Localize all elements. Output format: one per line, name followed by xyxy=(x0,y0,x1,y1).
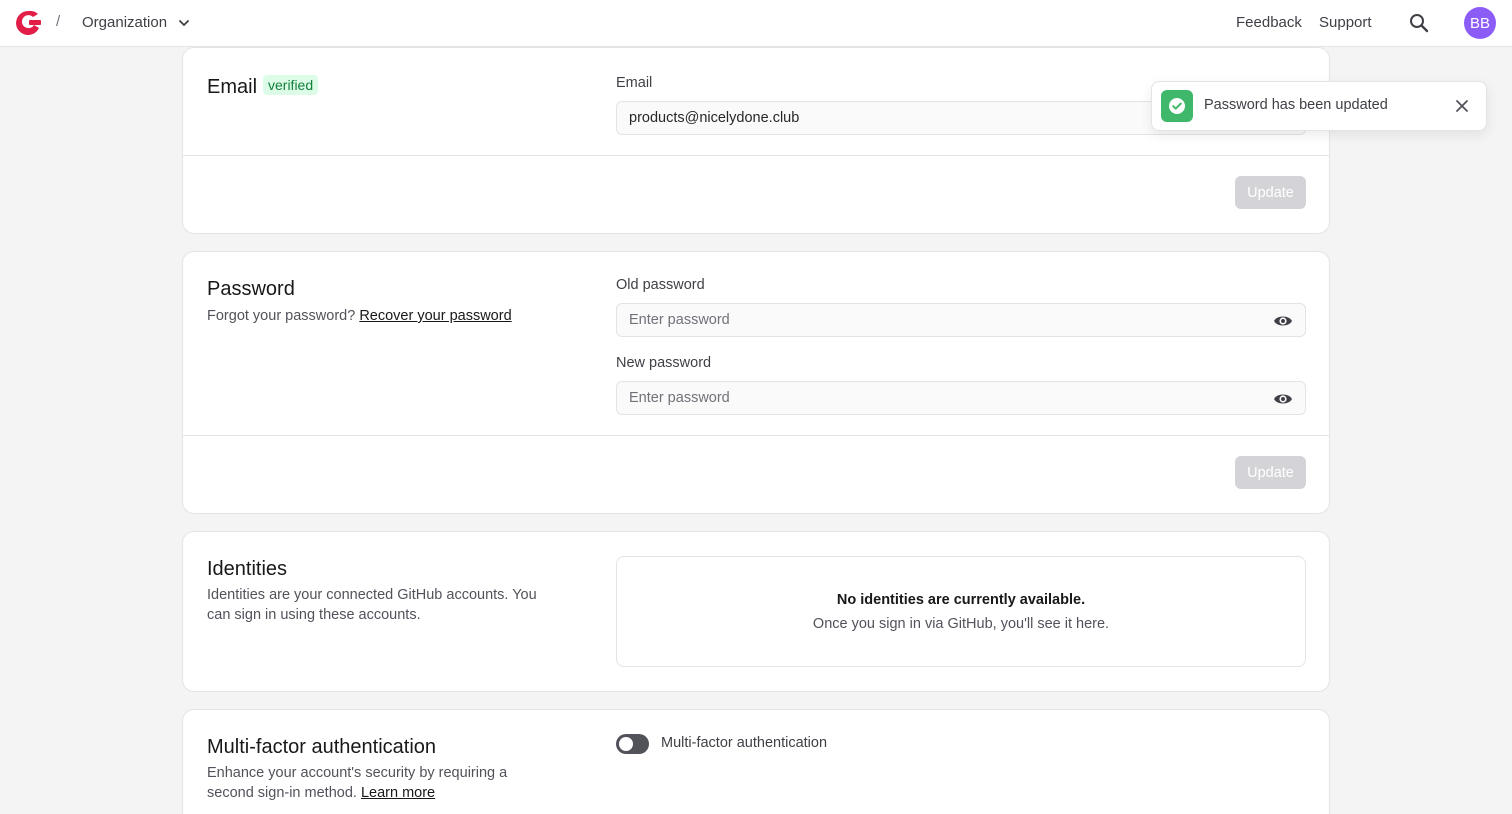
email-field-label: Email xyxy=(616,75,653,91)
new-password-label: New password xyxy=(616,355,712,371)
user-avatar[interactable]: BB xyxy=(1464,7,1496,39)
empty-state-title: No identities are currently available. xyxy=(836,591,1086,608)
close-icon[interactable] xyxy=(1454,98,1470,114)
search-icon[interactable] xyxy=(1407,11,1431,35)
email-value: products@nicelydone.club xyxy=(629,110,800,126)
top-navbar: / Organization Feedback Support BB xyxy=(0,0,1512,47)
email-card: Email verified Email products@nicelydone… xyxy=(182,47,1330,234)
verified-badge: verified xyxy=(263,75,319,95)
success-toast: Password has been updated xyxy=(1151,81,1487,131)
old-password-label: Old password xyxy=(616,277,705,293)
mfa-card: Multi-factor authentication Enhance your… xyxy=(182,709,1330,814)
mfa-description: Enhance your account's security by requi… xyxy=(207,763,537,803)
mfa-toggle[interactable] xyxy=(616,734,649,754)
forgot-password-text: Forgot your password? Recover your passw… xyxy=(207,306,512,326)
update-password-button[interactable]: Update xyxy=(1235,456,1306,489)
new-password-input[interactable]: Enter password xyxy=(616,381,1306,415)
eye-icon[interactable] xyxy=(1273,390,1293,408)
email-section-title: Email xyxy=(207,76,258,98)
identities-section-title: Identities xyxy=(207,558,288,580)
mfa-description-text: Enhance your account's security by requi… xyxy=(207,765,508,801)
chevron-down-icon xyxy=(179,19,189,26)
feedback-link[interactable]: Feedback xyxy=(1236,14,1302,31)
empty-state-subtitle: Once you sign in via GitHub, you'll see … xyxy=(812,615,1110,632)
identities-empty-state: No identities are currently available. O… xyxy=(616,556,1306,667)
support-link[interactable]: Support xyxy=(1319,14,1372,31)
mfa-section-title: Multi-factor authentication xyxy=(207,736,437,758)
recover-password-link[interactable]: Recover your password xyxy=(359,308,511,324)
success-check-icon xyxy=(1161,90,1193,122)
new-password-placeholder: Enter password xyxy=(629,390,730,406)
breadcrumb-separator: / xyxy=(56,13,61,30)
section-divider xyxy=(183,155,1329,156)
forgot-password-label: Forgot your password? xyxy=(207,308,356,324)
old-password-placeholder: Enter password xyxy=(629,312,730,328)
organization-switcher[interactable]: Organization xyxy=(82,14,191,31)
app-logo-icon[interactable] xyxy=(15,10,42,35)
eye-icon[interactable] xyxy=(1273,312,1293,330)
update-email-button[interactable]: Update xyxy=(1235,176,1306,209)
section-divider xyxy=(183,435,1329,436)
learn-more-link[interactable]: Learn more xyxy=(361,785,435,801)
toast-message: Password has been updated xyxy=(1204,97,1388,113)
mfa-toggle-label: Multi-factor authentication xyxy=(661,735,828,751)
password-section-title: Password xyxy=(207,278,295,300)
password-card: Password Forgot your password? Recover y… xyxy=(182,251,1330,514)
identities-description: Identities are your connected GitHub acc… xyxy=(207,587,537,623)
old-password-input[interactable]: Enter password xyxy=(616,303,1306,337)
organization-label: Organization xyxy=(82,14,168,31)
identities-card: Identities Identities are your connected… xyxy=(182,531,1330,692)
